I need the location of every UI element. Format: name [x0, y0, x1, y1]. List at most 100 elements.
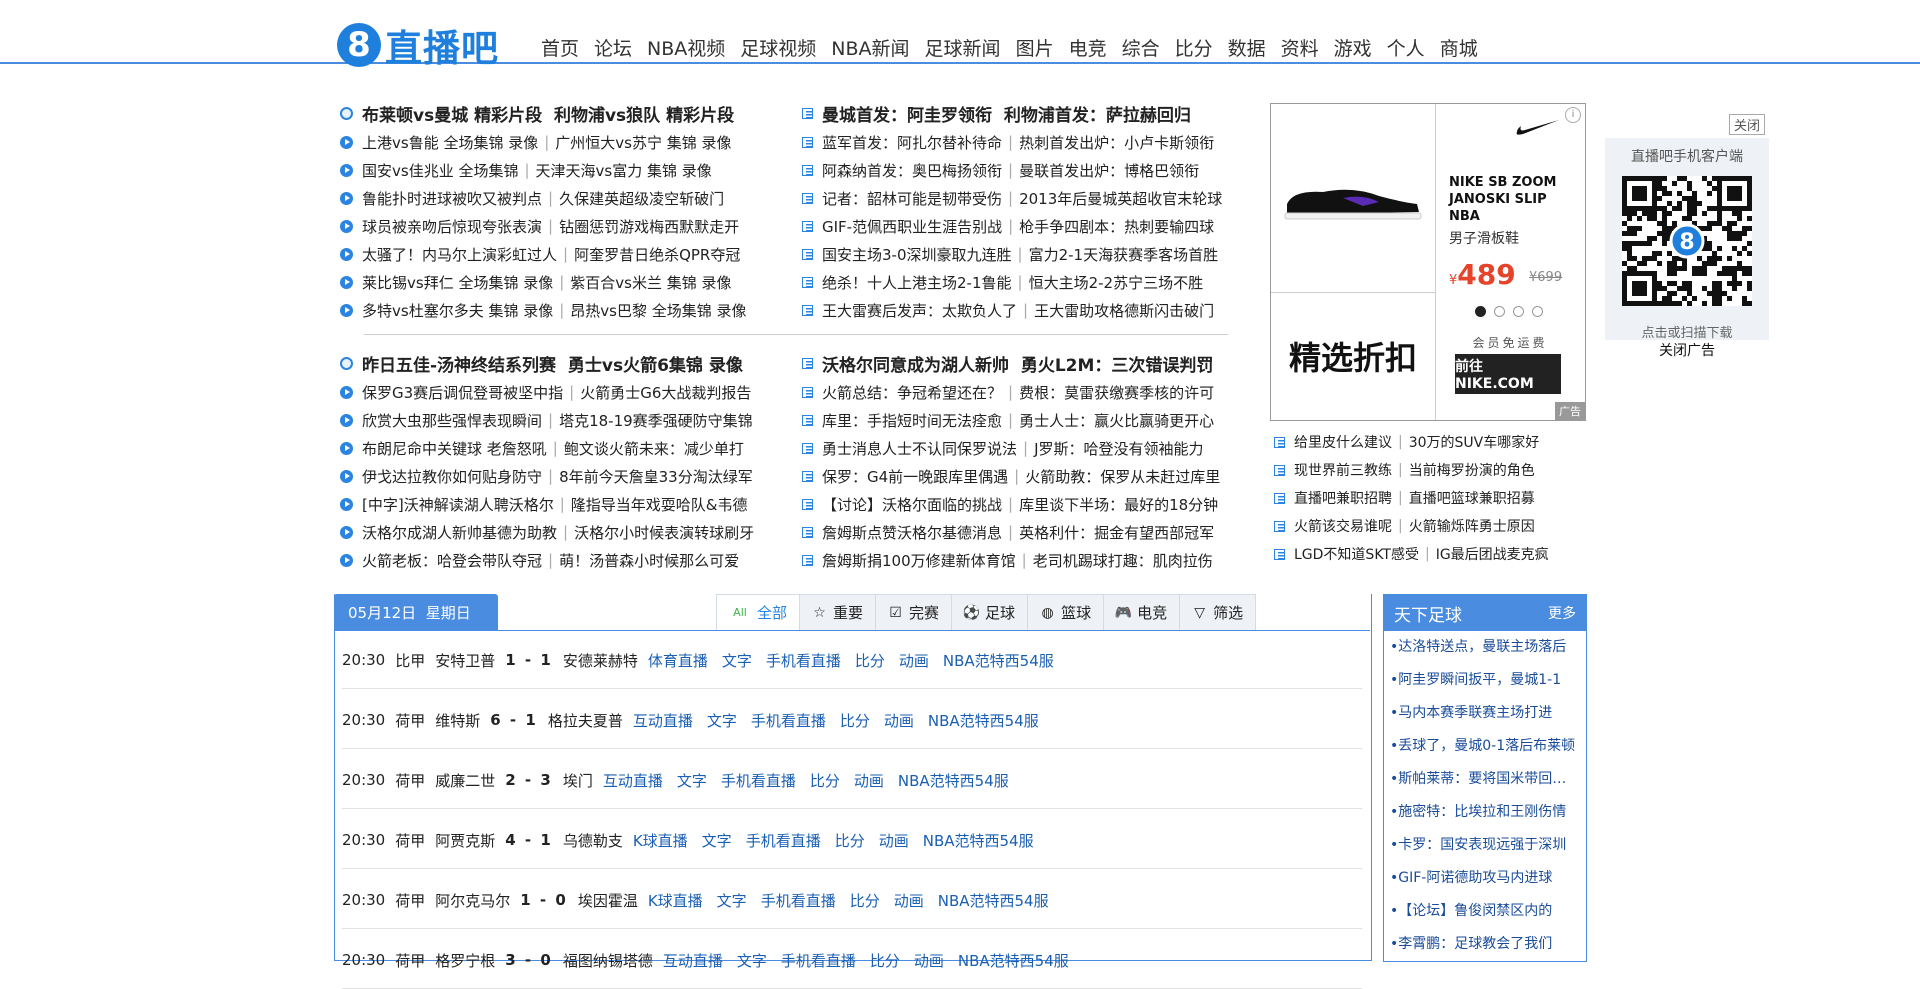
match-link[interactable]: 互动直播: [603, 770, 663, 791]
match-link[interactable]: NBA范特西54服: [943, 650, 1054, 671]
headline-link[interactable]: 利物浦首发：萨拉赫回归: [1004, 101, 1191, 126]
close-ad-link[interactable]: 关闭广告: [1605, 340, 1769, 360]
app-qr-box[interactable]: 直播吧手机客户端 8 点击或扫描下载: [1605, 138, 1769, 341]
news-link[interactable]: 久保建英超级凌空斩破门: [559, 188, 724, 209]
match-link[interactable]: NBA范特西54服: [958, 950, 1069, 971]
headline-link[interactable]: 勇火L2M：三次错误判罚: [1021, 351, 1214, 376]
headline-link[interactable]: 昨日五佳-汤神终结系列赛: [362, 351, 556, 376]
match-link[interactable]: 互动直播: [663, 950, 723, 971]
news-link[interactable]: 火箭勇士G6大战裁判报告: [580, 382, 751, 403]
news-link[interactable]: GIF-范佩西职业生涯告别战: [822, 216, 1002, 237]
headline-link[interactable]: 布莱顿vs曼城 精彩片段: [362, 101, 542, 126]
nav-item[interactable]: 游戏: [1334, 34, 1372, 64]
news-link[interactable]: 火箭老板：哈登会带队夺冠: [362, 550, 542, 571]
news-link[interactable]: 勇士消息人士不认同保罗说法: [822, 438, 1017, 459]
news-link[interactable]: 火箭总结：争冠希望还在？: [822, 382, 1002, 403]
ad-link[interactable]: 30万的SUV车哪家好: [1409, 432, 1540, 452]
carousel-dot[interactable]: [1475, 306, 1486, 317]
tab-check[interactable]: ☑ 完赛: [875, 594, 953, 630]
news-link[interactable]: 伊戈达拉教你如何贴身防守: [362, 466, 542, 487]
headline-link[interactable]: 勇士vs火箭6集锦 录像: [568, 351, 743, 376]
ad-link[interactable]: LGD不知道SKT感受: [1294, 544, 1419, 564]
tab-filter[interactable]: ▽ 筛选: [1179, 594, 1257, 630]
news-link[interactable]: 莱比锡vs拜仁 全场集锦 录像: [362, 272, 553, 293]
news-link[interactable]: 钻圈惩罚游戏梅西默默走开: [559, 216, 739, 237]
news-link[interactable]: 鲍文谈火箭未来：减少单打: [564, 438, 744, 459]
side-news-item[interactable]: •丢球了，曼城0-1落后布莱顿: [1384, 730, 1578, 763]
tab-gamepad[interactable]: 🎮 电竞: [1103, 594, 1181, 630]
nav-item[interactable]: 比分: [1175, 34, 1213, 64]
ad-info-icon[interactable]: i: [1565, 107, 1581, 123]
carousel-dot[interactable]: [1494, 306, 1505, 317]
nike-ad[interactable]: 精选折扣 NIKE SB ZOOM JANOSKI SLIP NBA 男子滑板鞋…: [1270, 103, 1586, 421]
match-link[interactable]: 比分: [840, 710, 870, 731]
ad-link[interactable]: 直播吧兼职招聘: [1294, 488, 1392, 508]
news-link[interactable]: 曼联首发出炉：博格巴领衔: [1019, 160, 1199, 181]
match-link[interactable]: 手机看直播: [766, 650, 841, 671]
news-link[interactable]: 球员被亲吻后惊现夸张表演: [362, 216, 542, 237]
news-link[interactable]: 费根：莫雷获缴赛季核的许可: [1019, 382, 1214, 403]
nav-item[interactable]: 个人: [1387, 34, 1425, 64]
news-link[interactable]: 记者：韶林可能是韧带受伤: [822, 188, 1002, 209]
side-news-item[interactable]: •GIF-阿诺德助攻马内进球: [1384, 862, 1578, 895]
news-link[interactable]: 天津天海vs富力 集锦 录像: [536, 160, 712, 181]
news-link[interactable]: 布朗尼命中关键球 老詹怒吼: [362, 438, 547, 459]
date-tab[interactable]: 05月12日 星期日: [334, 594, 498, 630]
news-link[interactable]: 库里谈下半场：最好的18分钟: [1019, 494, 1218, 515]
match-link[interactable]: 比分: [855, 650, 885, 671]
match-link[interactable]: 手机看直播: [751, 710, 826, 731]
nav-item[interactable]: 论坛: [594, 34, 632, 64]
match-link[interactable]: 体育直播: [648, 650, 708, 671]
news-link[interactable]: 富力2-1天海获赛季客场首胜: [1029, 244, 1219, 265]
news-link[interactable]: 阿奎罗昔日绝杀QPR夺冠: [574, 244, 740, 265]
tab-basketball[interactable]: ◍ 篮球: [1027, 594, 1105, 630]
ad-cta-button[interactable]: 前往 NIKE.COM: [1455, 354, 1561, 394]
match-link[interactable]: NBA范特西54服: [928, 710, 1039, 731]
headline-link[interactable]: 曼城首发：阿圭罗领衔: [822, 101, 992, 126]
news-link[interactable]: 紫百合vs米兰 集锦 录像: [570, 272, 731, 293]
more-link[interactable]: 更多: [1548, 603, 1576, 623]
match-link[interactable]: 动画: [879, 830, 909, 851]
side-news-item[interactable]: •卡罗：国安表现远强于深圳: [1384, 829, 1578, 862]
side-news-item[interactable]: •施密特：比埃拉和王刚伤情: [1384, 796, 1578, 829]
news-link[interactable]: 广州恒大vs苏宁 集锦 录像: [555, 132, 731, 153]
news-link[interactable]: 阿森纳首发：奥巴梅扬领衔: [822, 160, 1002, 181]
news-link[interactable]: 保罗：G4前一晚跟库里偶遇: [822, 466, 1008, 487]
news-link[interactable]: J罗斯：哈登没有领袖能力: [1034, 438, 1203, 459]
news-link[interactable]: 太骚了！内马尔上演彩虹过人: [362, 244, 557, 265]
news-link[interactable]: [中字]沃神解读湖人聘沃格尔: [362, 494, 554, 515]
side-news-item[interactable]: •达洛特送点，曼联主场落后: [1384, 631, 1578, 664]
news-link[interactable]: 火箭助教：保罗从未赶过库里: [1025, 466, 1220, 487]
nav-item[interactable]: 综合: [1122, 34, 1160, 64]
news-link[interactable]: 隆指导当年戏耍哈队&韦德: [571, 494, 748, 515]
match-link[interactable]: K球直播: [648, 890, 703, 911]
match-link[interactable]: 手机看直播: [781, 950, 856, 971]
nav-item[interactable]: 电竞: [1069, 34, 1107, 64]
news-link[interactable]: 多特vs杜塞尔多夫 集锦 录像: [362, 300, 553, 321]
nav-item[interactable]: 商城: [1440, 34, 1478, 64]
news-link[interactable]: 沃格尔小时候表演转球刷牙: [574, 522, 754, 543]
news-link[interactable]: 热刺首发出炉：小卢卡斯领衔: [1019, 132, 1214, 153]
nav-item[interactable]: NBA视频: [647, 34, 725, 64]
match-link[interactable]: 动画: [899, 650, 929, 671]
nav-item[interactable]: 足球视频: [740, 34, 816, 64]
news-link[interactable]: 恒大主场2-2苏宁三场不胜: [1029, 272, 1204, 293]
news-link[interactable]: 鲁能扑时进球被吹又被判点: [362, 188, 542, 209]
match-link[interactable]: 比分: [835, 830, 865, 851]
match-link[interactable]: 动画: [894, 890, 924, 911]
nav-item[interactable]: NBA新闻: [831, 34, 909, 64]
match-link[interactable]: 比分: [850, 890, 880, 911]
headline-link[interactable]: 利物浦vs狼队 精彩片段: [554, 101, 734, 126]
ad-link[interactable]: 给里皮什么建议: [1294, 432, 1392, 452]
match-link[interactable]: NBA范特西54服: [938, 890, 1049, 911]
news-link[interactable]: 国安vs佳兆业 全场集锦: [362, 160, 518, 181]
match-link[interactable]: K球直播: [633, 830, 688, 851]
carousel-dot[interactable]: [1513, 306, 1524, 317]
ad-link[interactable]: 火箭该交易谁呢: [1294, 516, 1392, 536]
news-link[interactable]: 王大雷赛后发声：太欺负人了: [822, 300, 1017, 321]
match-link[interactable]: 文字: [677, 770, 707, 791]
ad-link[interactable]: 直播吧篮球兼职招募: [1409, 488, 1535, 508]
match-link[interactable]: 文字: [737, 950, 767, 971]
nav-item[interactable]: 足球新闻: [925, 34, 1001, 64]
match-link[interactable]: 动画: [914, 950, 944, 971]
